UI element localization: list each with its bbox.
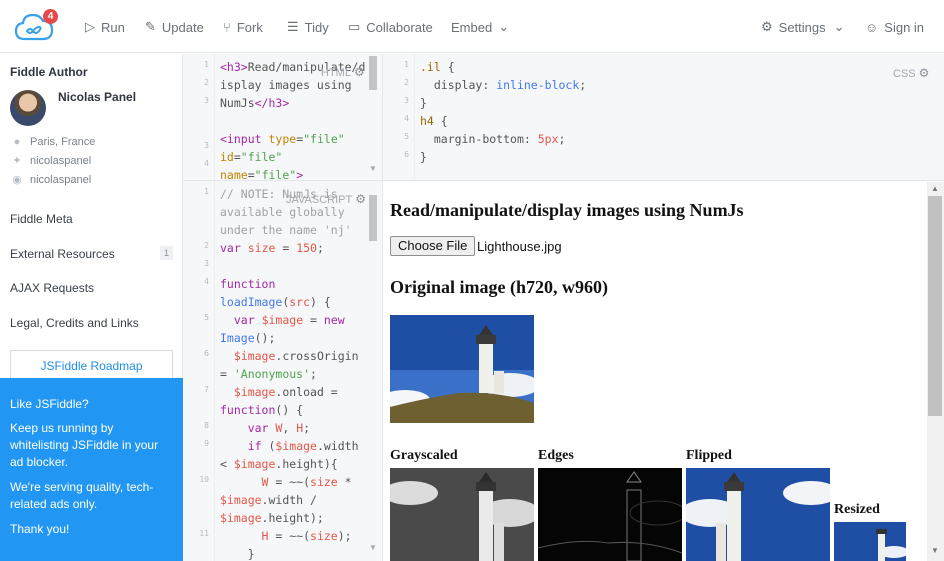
github-icon: ◉ (12, 174, 22, 186)
settings-button[interactable]: ⚙ Settings ⌄ (761, 17, 851, 37)
grayscaled-heading: Grayscaled (390, 448, 458, 463)
promo-title: Like JSFiddle? (10, 397, 89, 411)
smiley-icon: ☺ (865, 19, 879, 35)
scrollbar[interactable] (369, 56, 377, 90)
flipped-heading: Flipped (686, 448, 732, 463)
html-panel-label: HTML ⚙ (321, 65, 365, 79)
signin-button[interactable]: ☺ Sign in (865, 17, 924, 37)
javascript-panel-label: JAVASCRIPT ⚙ (286, 192, 366, 206)
result-panel: Read/manipulate/display images using Num… (384, 182, 944, 561)
fork-button[interactable]: ⑂ Fork (223, 17, 263, 37)
scroll-thumb[interactable] (928, 196, 942, 416)
original-image-title: Original image (h720, w960) (390, 277, 608, 297)
play-icon: ▷ (85, 19, 95, 34)
promo-text-2: We're serving quality, tech-related ads … (10, 480, 154, 511)
scroll-down-arrow-icon[interactable]: ▼ (931, 546, 939, 555)
result-scrollbar[interactable]: ▲ ▼ (927, 182, 944, 561)
jsfiddle-logo[interactable]: 4 (14, 9, 60, 43)
sidebar: Fiddle Author Nicolas Panel ● Paris, Fran… (0, 54, 183, 561)
chat-icon: ▭ (348, 19, 361, 34)
location-pin-icon: ● (13, 136, 21, 148)
line-gutter: 123 456 (383, 54, 415, 180)
chevron-down-icon: ⌄ (833, 19, 845, 34)
promo-text-3: Thank you! (10, 522, 70, 536)
roadmap-button[interactable]: JSFiddle Roadmap (10, 350, 173, 380)
result-title: Read/manipulate/display images using Num… (390, 200, 744, 220)
edges-image (538, 468, 682, 561)
pencil-icon: ✎ (145, 19, 156, 34)
promo-panel: Like JSFiddle? Keep us running by whitel… (0, 378, 183, 561)
gear-icon: ⚙ (761, 19, 773, 34)
line-gutter: 123 34 (183, 54, 215, 180)
original-image (390, 315, 534, 423)
collaborate-button[interactable]: ▭ Collaborate (348, 17, 433, 37)
author-twitter[interactable]: ✦ nicolaspanel (10, 154, 91, 168)
sidebar-item-legal[interactable]: Legal, Credits and Links (10, 316, 139, 330)
twitter-icon: ✦ (12, 155, 22, 167)
scroll-down-arrow-icon[interactable]: ▼ (369, 543, 377, 552)
gear-icon[interactable]: ⚙ (355, 192, 366, 206)
lines-icon: ☰ (287, 19, 299, 34)
tidy-button[interactable]: ☰ Tidy (287, 17, 329, 37)
grayscaled-image (390, 468, 534, 561)
edges-heading: Edges (538, 448, 574, 463)
avatar[interactable] (10, 90, 46, 126)
sidebar-item-fiddle-meta[interactable]: Fiddle Meta (10, 212, 73, 226)
run-button[interactable]: ▷ Run (85, 17, 125, 37)
css-editor-panel[interactable]: 123 456 .il { display: inline-block; } h… (383, 54, 944, 181)
scrollbar[interactable] (369, 195, 377, 241)
fork-icon: ⑂ (223, 19, 231, 35)
notification-badge: 4 (43, 9, 58, 24)
promo-text-1: Keep us running by whitelisting JSFiddle… (10, 421, 159, 469)
top-bar: 4 ▷ Run ✎ Update ⑂ Fork ☰ Tidy ▭ Collaborate … (0, 0, 944, 53)
author-name[interactable]: Nicolas Panel (58, 90, 136, 104)
author-github[interactable]: ◉ nicolaspanel (10, 173, 91, 187)
choose-file-button[interactable]: Choose File (390, 236, 476, 256)
gear-icon[interactable]: ⚙ (919, 66, 930, 80)
resized-heading: Resized (834, 502, 880, 517)
sidebar-item-external-resources[interactable]: External Resources (10, 247, 115, 261)
update-button[interactable]: ✎ Update (145, 17, 204, 37)
javascript-code[interactable]: // NOTE: NumJs is available globally und… (220, 185, 359, 561)
author-heading: Fiddle Author (10, 65, 88, 79)
selected-file-name: Lighthouse.jpg (477, 239, 562, 254)
line-gutter: 123 456 789 10 11 (183, 181, 215, 561)
embed-button[interactable]: Embed ⌄ (451, 17, 515, 37)
html-editor-panel[interactable]: 123 34 <h3>Read/manipulate/d isplay imag… (183, 54, 383, 181)
author-location: ● Paris, France (10, 136, 96, 148)
css-code[interactable]: .il { display: inline-block; } h4 { marg… (420, 58, 586, 166)
css-panel-label: CSS ⚙ (893, 66, 930, 80)
scroll-up-arrow-icon[interactable]: ▲ (931, 184, 939, 193)
scroll-down-arrow-icon[interactable]: ▼ (369, 164, 377, 173)
flipped-image (686, 468, 830, 561)
sidebar-item-ajax-requests[interactable]: AJAX Requests (10, 281, 94, 295)
javascript-editor-panel[interactable]: 123 456 789 10 11 // NOTE: NumJs is avail… (183, 181, 383, 561)
external-resources-count: 1 (160, 246, 173, 260)
resized-image (834, 522, 906, 561)
chevron-down-icon: ⌄ (498, 19, 510, 34)
gear-icon[interactable]: ⚙ (354, 65, 365, 79)
